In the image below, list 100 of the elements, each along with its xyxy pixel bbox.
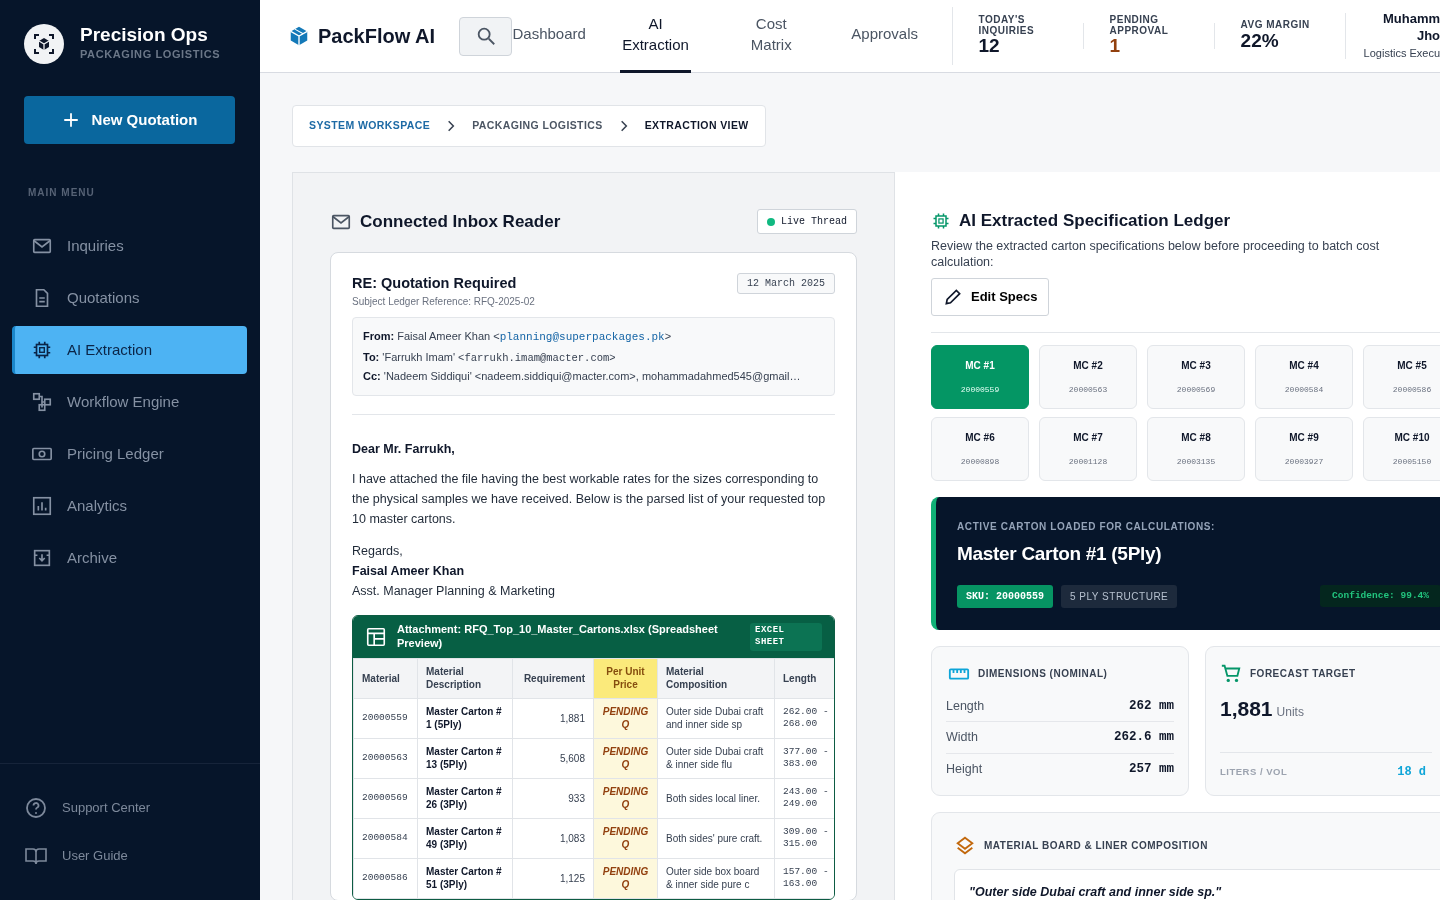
nav-tab[interactable]: AI Extraction: [620, 0, 691, 73]
column-header: Material Description: [417, 658, 513, 699]
dimension-label: Width: [946, 729, 978, 747]
ledger-description: Review the extracted carton specifications below before proceeding to batch cost calculation:: [931, 237, 1381, 270]
signer-title: Asst. Manager Planning & Marketing: [352, 583, 556, 601]
table-cell: 20000563: [353, 738, 418, 779]
archive-icon: [31, 547, 53, 569]
carton-tile[interactable]: MC #3 20000569: [1147, 345, 1245, 409]
header-line: Cc: 'Nadeem Siddiqui' <nadeem.siddiqui@macter.com>, mohammadahmed545@gmail…: [363, 368, 802, 384]
cart-icon: [1220, 662, 1242, 685]
table-cell: Outer side box board & inner side pure c: [657, 858, 775, 899]
dimension-label: Height: [946, 761, 983, 778]
closing: Regards,: [352, 543, 404, 561]
forecast-value: 1,881: [1220, 695, 1273, 722]
search-button[interactable]: [459, 16, 513, 56]
column-header: Requirement: [512, 658, 594, 699]
volume-label: LITERS / VOL: [1220, 764, 1288, 779]
header-line: From: Faisal Ameer Khan <planning@superpackages.pk>: [363, 329, 673, 346]
sidebar-item[interactable]: AI Extraction: [12, 326, 247, 374]
table-cell: 377.00 - 383.00: [774, 738, 834, 779]
stat-value: 1: [1109, 36, 1122, 57]
table-cell: PENDING Q: [593, 858, 658, 899]
nav-tab[interactable]: Dashboard: [512, 0, 587, 73]
card-heading: DIMENSIONS (NOMINAL): [978, 667, 1108, 681]
table-cell: 243.00 - 249.00: [774, 778, 834, 819]
nav-tab[interactable]: Approvals: [849, 0, 920, 73]
breadcrumb-link[interactable]: SYSTEM WORKSPACE: [309, 118, 431, 134]
table-cell: PENDING Q: [593, 778, 658, 819]
table-cell: 157.00 - 163.00: [774, 858, 834, 899]
sidebar-item[interactable]: Pricing Ledger: [12, 430, 247, 478]
breadcrumb-link[interactable]: PACKAGING LOGISTICS: [472, 118, 603, 134]
table-cell: Outer side Dubai craft and inner side sp: [657, 698, 775, 739]
email-body: I have attached the file having the best workable rates for the sizes corresponding to the physical samples we have received. Below is the parsed list of your requested top 10 master cartons.: [352, 471, 827, 529]
dimension-value: 257 mm: [1129, 761, 1174, 778]
chip-icon: [31, 339, 53, 361]
bar-chart-icon: [31, 495, 53, 517]
column-header: Length: [774, 658, 834, 699]
carton-tile[interactable]: MC #8 20003135: [1147, 417, 1245, 481]
dimension-label: Length: [946, 697, 985, 715]
sidebar-item[interactable]: Analytics: [12, 482, 247, 530]
pencil-icon: [943, 287, 963, 307]
carton-tile[interactable]: MC #10 20005150: [1363, 417, 1440, 481]
panel-title: AI Extracted Specification Ledger: [959, 210, 1231, 232]
stat-label: TODAY'S INQUIRIES: [978, 15, 1036, 37]
greeting: Dear Mr. Farrukh,: [352, 441, 456, 459]
sidebar-item[interactable]: Quotations: [12, 274, 247, 322]
dimension-value: 262.6 mm: [1114, 729, 1174, 747]
composition-quote: "Outer side Dubai craft and inner side sp.": [954, 868, 1440, 900]
sidebar-item[interactable]: Inquiries: [12, 222, 247, 270]
stat-label: PENDING APPROVAL: [1109, 15, 1170, 37]
header-line: To: 'Farrukh Imam' <farrukh.imam@macter.com>: [363, 349, 617, 366]
table-cell: 1,083: [512, 818, 594, 859]
carton-tile[interactable]: MC #5 20000586: [1363, 345, 1440, 409]
plus-icon: [61, 111, 80, 129]
carton-tile[interactable]: MC #4 20000584: [1255, 345, 1353, 409]
sidebar-item[interactable]: Archive: [12, 534, 247, 582]
carton-tile[interactable]: MC #7 20001128: [1039, 417, 1137, 481]
carton-tile[interactable]: MC #1 20000559: [931, 345, 1029, 409]
sidebar-link[interactable]: User Guide: [0, 832, 260, 880]
cube-icon: [32, 32, 56, 56]
table-cell: 262.00 - 268.00: [774, 698, 834, 739]
user-name: Muhamm Jho: [1381, 10, 1440, 45]
nav-tab[interactable]: Cost Matrix: [740, 0, 802, 73]
column-header: Material: [353, 658, 418, 699]
stat-value: 12: [978, 36, 1000, 57]
email-subject: RE: Quotation Required: [352, 273, 518, 293]
table-cell: PENDING Q: [593, 738, 658, 779]
forecast-unit: Units: [1276, 703, 1304, 721]
table-cell: 20000584: [353, 818, 418, 859]
sidebar-link[interactable]: Support Center: [0, 784, 260, 832]
carton-tile[interactable]: MC #6 20000898: [931, 417, 1029, 481]
column-header: Per Unit Price: [593, 658, 658, 699]
stat-value: 22%: [1240, 30, 1280, 52]
live-badge: Live Thread: [757, 209, 857, 235]
ply-badge: 5 PLY STRUCTURE: [1061, 584, 1178, 608]
new-quotation-button[interactable]: New Quotation: [24, 96, 235, 144]
edit-specs-button[interactable]: Edit Specs: [931, 278, 1050, 316]
volume-value: 18 d: [1397, 764, 1426, 781]
stat-label: AVG MARGIN: [1240, 20, 1311, 31]
table-cell: 1,125: [512, 858, 594, 899]
table-cell: Master Carton # 26 (3Ply): [417, 778, 513, 819]
carton-tile[interactable]: MC #2 20000563: [1039, 345, 1137, 409]
cube-icon: [288, 25, 310, 47]
carton-tile[interactable]: MC #9 20003927: [1255, 417, 1353, 481]
excel-badge: EXCEL SHEET: [750, 623, 822, 651]
spreadsheet-icon: [365, 625, 387, 648]
table-cell: 5,608: [512, 738, 594, 779]
breadcrumb-link[interactable]: EXTRACTION VIEW: [644, 118, 749, 134]
table-cell: Master Carton # 51 (3Ply): [417, 858, 513, 899]
table-cell: Both sides local liner.: [657, 778, 775, 819]
dimension-value: 262 mm: [1129, 697, 1174, 715]
email-link[interactable]: planning@superpackages.pk: [499, 331, 665, 344]
table-cell: PENDING Q: [593, 818, 658, 859]
app-title: PackFlow AI: [318, 24, 436, 49]
brand-subtitle: PACKAGING LOGISTICS: [80, 47, 221, 63]
card-heading: MATERIAL BOARD & LINER COMPOSITION: [984, 839, 1208, 854]
sku-badge: SKU: 20000559: [957, 584, 1053, 608]
sidebar-item[interactable]: Workflow Engine: [12, 378, 247, 426]
table-cell: Outer side Dubai craft & inner side flu: [657, 738, 775, 779]
brand-title: Precision Ops: [80, 25, 209, 47]
